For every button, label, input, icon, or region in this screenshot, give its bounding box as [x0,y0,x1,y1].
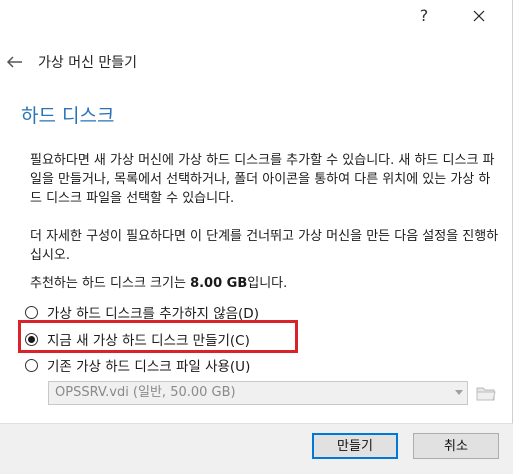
radio-use-existing-disk[interactable] [25,358,38,372]
recommended-size-text: 추천하는 하드 디스크 크기는 8.00 GB입니다. [30,274,500,293]
recommended-size-value: 8.00 GB [190,276,248,291]
highlight-annotation-box [18,320,298,353]
chevron-down-icon [455,390,463,395]
existing-disk-value: OPSSRV.vdi (일반, 50.00 GB) [55,385,236,400]
create-vm-dialog: ? 가상 머신 만들기 하드 디스크 필요하다면 새 가상 머신에 가상 하드 … [0,0,513,474]
help-button[interactable]: ? [412,4,436,28]
description-paragraph: 필요하다면 새 가상 머신에 가상 하드 디스크를 추가할 수 있습니다. 새 … [30,153,495,206]
recommend-prefix: 추천하는 하드 디스크 크기는 [30,276,191,291]
title-bar: ? [0,0,513,34]
close-button[interactable] [462,2,496,30]
existing-disk-select[interactable]: OPSSRV.vdi (일반, 50.00 GB) [48,381,468,405]
radio-no-disk[interactable] [25,305,38,319]
option-no-disk-label: 가상 하드 디스크를 추가하지 않음(D) [47,306,259,322]
folder-icon [476,387,496,401]
browse-folder-button[interactable] [474,381,498,405]
option-use-existing-disk[interactable]: 기존 가상 하드 디스크 파일 사용(U) [25,355,250,375]
create-button[interactable]: 만들기 [312,433,398,459]
option-use-existing-disk-label: 기존 가상 하드 디스크 파일 사용(U) [47,359,251,375]
advanced-note-paragraph: 더 자세한 구성이 필요하다면 이 단계를 건너뛰고 가상 머신을 만든 다음 … [30,229,499,263]
recommend-suffix: 입니다. [247,276,288,291]
cancel-button[interactable]: 취소 [413,433,499,459]
option-no-disk[interactable]: 가상 하드 디스크를 추가하지 않음(D) [25,302,259,322]
back-arrow-icon [6,56,22,68]
wizard-title: 가상 머신 만들기 [38,55,138,71]
back-button[interactable] [4,51,26,73]
close-icon [473,10,485,22]
page-title: 하드 디스크 [21,105,115,127]
